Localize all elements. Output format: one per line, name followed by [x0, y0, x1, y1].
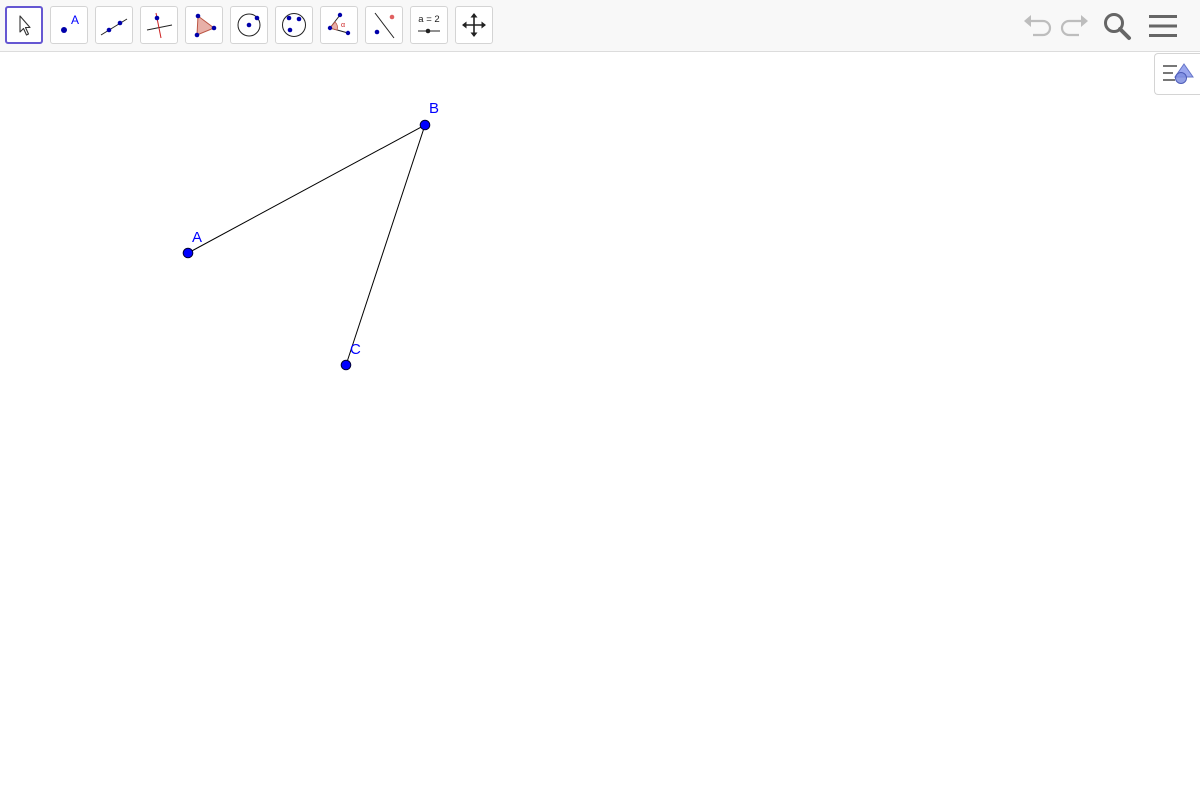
- reflect-about-line-icon: [374, 12, 395, 39]
- svg-text:α: α: [341, 22, 345, 29]
- search-button[interactable]: [1094, 8, 1140, 44]
- perpendicular-line-tool-button[interactable]: [140, 6, 178, 44]
- move-tool-button[interactable]: [5, 6, 43, 44]
- circle-three-points-tool-button[interactable]: [275, 6, 313, 44]
- slider-tool-button[interactable]: a = 2: [410, 6, 448, 44]
- style-bar-toggle-button[interactable]: [1154, 53, 1200, 95]
- right-tool-group: [1018, 8, 1186, 44]
- move-graphics-view-tool-button[interactable]: [455, 6, 493, 44]
- point-label-b[interactable]: B: [429, 101, 439, 116]
- slider-icon-label: a = 2: [418, 14, 439, 25]
- style-bar-icon: [1162, 63, 1194, 84]
- point-a[interactable]: [182, 247, 194, 259]
- search-icon: [1104, 13, 1131, 40]
- graphics-view[interactable]: A B C: [0, 53, 1200, 800]
- polygon-tool-button[interactable]: [185, 6, 223, 44]
- move-arrow-icon: [19, 15, 31, 36]
- line-tool-button[interactable]: [95, 6, 133, 44]
- move-graphics-view-icon: [462, 13, 486, 37]
- undo-icon: [1024, 15, 1052, 37]
- construction-canvas[interactable]: [0, 53, 1200, 800]
- menu-button[interactable]: [1140, 8, 1186, 44]
- undo-button[interactable]: [1018, 8, 1056, 44]
- polygon-icon: [194, 13, 217, 38]
- point-label-a[interactable]: A: [192, 230, 202, 245]
- toolbar: A α a = 2: [0, 0, 1200, 52]
- perpendicular-line-icon: [146, 12, 173, 39]
- redo-button[interactable]: [1056, 8, 1094, 44]
- circle-tool-button[interactable]: [230, 6, 268, 44]
- redo-icon: [1060, 15, 1088, 37]
- circle-three-points-icon: [282, 13, 306, 37]
- reflect-tool-button[interactable]: [365, 6, 403, 44]
- point-c[interactable]: [340, 359, 352, 371]
- line-through-two-points-icon: [100, 18, 128, 36]
- point-icon: A: [61, 13, 79, 33]
- tool-group: A α a = 2: [5, 6, 500, 44]
- slider-icon: a = 2: [418, 14, 440, 34]
- point-tool-button[interactable]: A: [50, 6, 88, 44]
- angle-tool-button[interactable]: α: [320, 6, 358, 44]
- point-label-c[interactable]: C: [350, 342, 361, 357]
- point-b[interactable]: [419, 119, 431, 131]
- circle-center-point-icon: [237, 13, 261, 37]
- hamburger-menu-icon: [1149, 15, 1177, 37]
- point-icon-label: A: [71, 13, 79, 27]
- angle-icon: α: [327, 12, 351, 36]
